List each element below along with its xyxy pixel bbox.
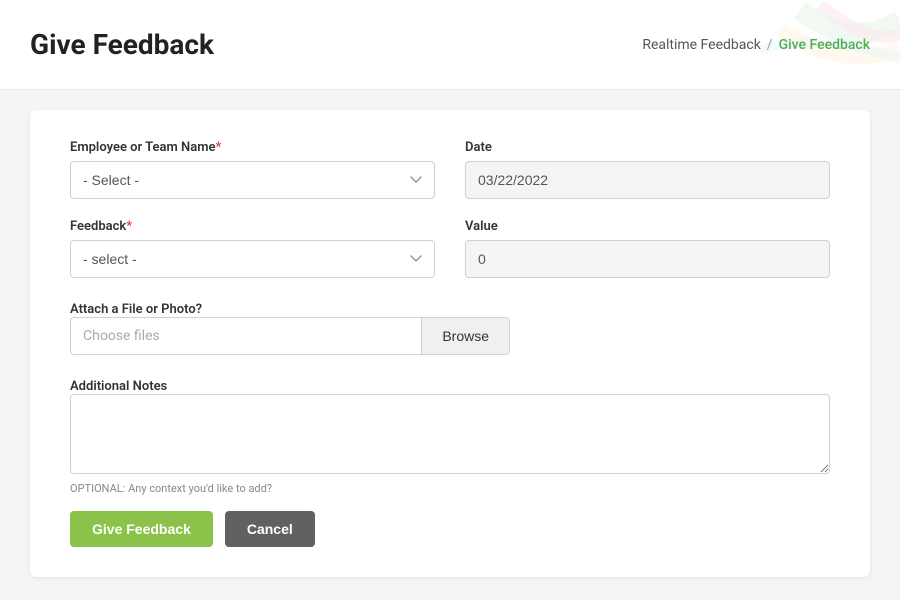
form-container: Employee or Team Name* - Select - Date F… bbox=[30, 110, 870, 577]
breadcrumb-parent[interactable]: Realtime Feedback bbox=[642, 37, 760, 53]
breadcrumb: Realtime Feedback / Give Feedback bbox=[642, 37, 870, 53]
date-input bbox=[465, 161, 830, 199]
feedback-select[interactable]: - select - bbox=[70, 240, 435, 278]
attach-label: Attach a File or Photo? bbox=[70, 302, 202, 317]
page-header: Give Feedback Realtime Feedback / Give F… bbox=[0, 0, 900, 90]
browse-button[interactable]: Browse bbox=[421, 318, 509, 354]
row-feedback-value: Feedback* - select - Value bbox=[70, 219, 830, 278]
employee-group: Employee or Team Name* - Select - bbox=[70, 140, 435, 199]
breadcrumb-current: Give Feedback bbox=[779, 37, 870, 53]
feedback-group: Feedback* - select - bbox=[70, 219, 435, 278]
action-buttons: Give Feedback Cancel bbox=[70, 511, 830, 547]
value-group: Value bbox=[465, 219, 830, 278]
page-title: Give Feedback bbox=[30, 28, 214, 61]
employee-label: Employee or Team Name* bbox=[70, 140, 435, 155]
file-placeholder: Choose files bbox=[71, 318, 421, 354]
date-group: Date bbox=[465, 140, 830, 199]
value-input bbox=[465, 240, 830, 278]
notes-section: Additional Notes OPTIONAL: Any context y… bbox=[70, 375, 830, 495]
date-label: Date bbox=[465, 140, 830, 155]
notes-label: Additional Notes bbox=[70, 379, 167, 394]
breadcrumb-separator: / bbox=[767, 37, 773, 53]
notes-hint: OPTIONAL: Any context you'd like to add? bbox=[70, 482, 830, 495]
value-label: Value bbox=[465, 219, 830, 234]
feedback-label: Feedback* bbox=[70, 219, 435, 234]
file-input-wrapper: Choose files Browse bbox=[70, 317, 510, 355]
row-employee-date: Employee or Team Name* - Select - Date bbox=[70, 140, 830, 199]
notes-textarea[interactable] bbox=[70, 394, 830, 474]
employee-select[interactable]: - Select - bbox=[70, 161, 435, 199]
cancel-button[interactable]: Cancel bbox=[225, 511, 315, 547]
submit-button[interactable]: Give Feedback bbox=[70, 511, 213, 547]
file-section: Attach a File or Photo? Choose files Bro… bbox=[70, 298, 830, 355]
